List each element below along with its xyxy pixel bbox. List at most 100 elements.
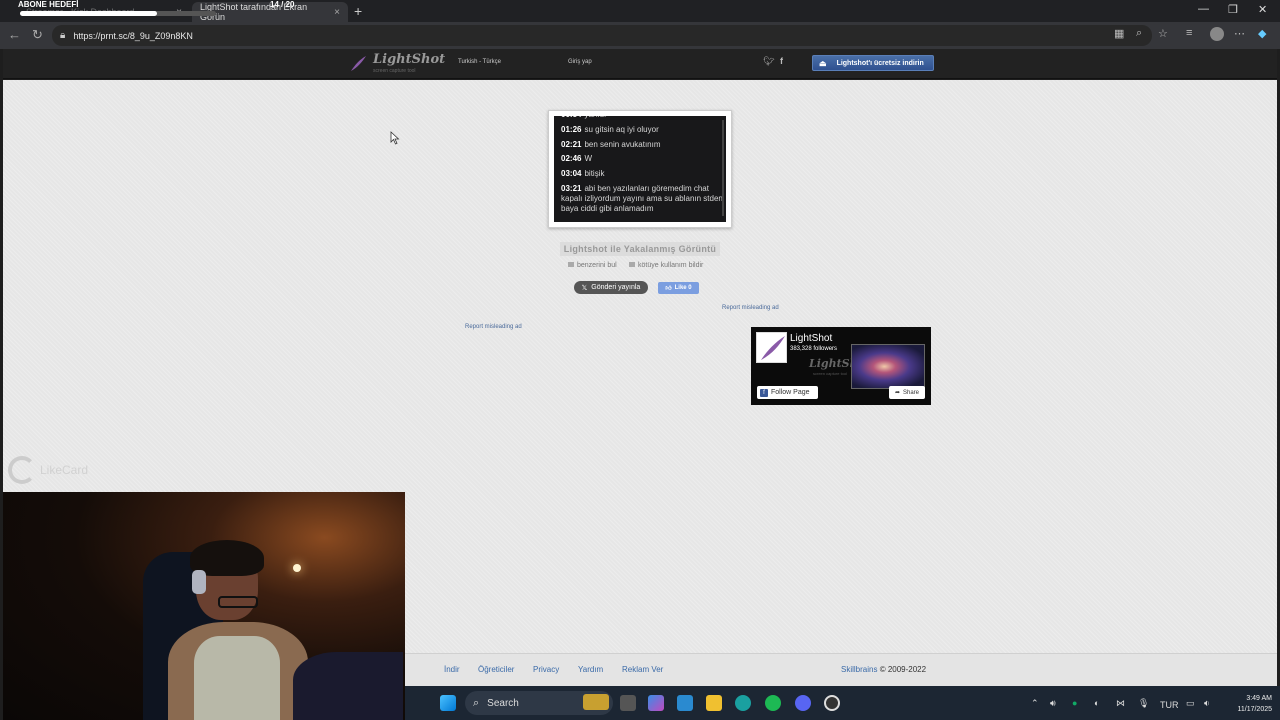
chat-message: 00:54yarıldı bbox=[561, 116, 723, 120]
fb-page-title[interactable]: LightShot bbox=[790, 333, 832, 344]
tab-label: LightShot tarafından Ekran Görün bbox=[200, 2, 308, 22]
lamp bbox=[293, 564, 301, 572]
chat-timestamp: 03:21 bbox=[561, 183, 582, 193]
more-menu-icon[interactable]: ⋯ bbox=[1234, 27, 1245, 40]
clock-date: 11/17/2025 bbox=[1237, 706, 1272, 713]
fb-like-button[interactable]: 👍︎ Like 0 bbox=[658, 282, 699, 294]
footer-link-advertise[interactable]: Reklam Ver bbox=[622, 665, 663, 674]
new-tab-button[interactable]: + bbox=[354, 3, 362, 19]
login-link[interactable]: Giriş yap bbox=[568, 59, 592, 65]
language-indicator[interactable]: TUR bbox=[1160, 700, 1179, 710]
display-icon[interactable]: ▭ bbox=[1186, 698, 1195, 709]
footer-link-help[interactable]: Yardım bbox=[578, 665, 603, 674]
report-abuse-link[interactable]: kötüye kullanım bildir bbox=[629, 262, 703, 269]
chat-text: abi ben yazılanları göremedim chat kapal… bbox=[561, 183, 723, 213]
edge-icon[interactable] bbox=[735, 695, 751, 711]
address-bar-row: ← ↻ 🔒︎ https://prnt.sc/8_9u_Z09n8KN ▦ ⌕ … bbox=[0, 22, 1280, 49]
tweet-label: Gönderi yayınla bbox=[591, 284, 641, 291]
back-icon[interactable]: ← bbox=[8, 27, 21, 42]
scrollbar bbox=[722, 120, 724, 216]
facebook-icon[interactable]: f bbox=[780, 56, 783, 66]
chat-message: 03:21 abi ben yazılanları göremedim chat … bbox=[561, 184, 723, 214]
sub-goal-count: 14 / 20 bbox=[270, 0, 295, 9]
share-icon: ➦ bbox=[894, 390, 900, 396]
facebook-page-widget[interactable]: LightShot 383,328 followers LightShot sc… bbox=[751, 327, 931, 405]
feather-icon bbox=[761, 336, 785, 360]
profile-avatar[interactable] bbox=[1210, 27, 1224, 41]
chevron-up-icon[interactable]: ⌃ bbox=[1031, 698, 1039, 709]
screenshot-frame[interactable]: 00:54yarıldı 01:26su gitsin aq iyi oluyor… bbox=[548, 110, 732, 228]
fb-like-label: Like 0 bbox=[674, 285, 692, 291]
find-similar-link[interactable]: benzerini bul bbox=[568, 262, 617, 269]
chat-text: yarıldı bbox=[584, 116, 606, 119]
file-explorer-icon[interactable] bbox=[706, 695, 722, 711]
chat-message: 01:26 su gitsin aq iyi oluyor bbox=[561, 125, 723, 135]
blanket bbox=[293, 652, 403, 720]
logo-name: LightShot bbox=[373, 52, 446, 67]
chat-timestamp: 00:54 bbox=[561, 116, 581, 119]
reload-icon[interactable]: ↻ bbox=[32, 27, 43, 43]
windows-start-icon[interactable] bbox=[440, 695, 456, 711]
footer-link-privacy[interactable]: Privacy bbox=[533, 665, 559, 674]
glasses bbox=[218, 596, 258, 608]
copilot-icon[interactable]: ◆ bbox=[1258, 27, 1266, 40]
logo-tagline: screen capture tool bbox=[373, 68, 416, 74]
chat-timestamp: 02:46 bbox=[561, 154, 582, 164]
tray-app-icon[interactable]: ● bbox=[1072, 698, 1077, 708]
minimize-icon[interactable]: — bbox=[1198, 3, 1209, 15]
microphone-icon[interactable]: 🎙︎ bbox=[1138, 698, 1149, 709]
search-label: Search bbox=[487, 697, 519, 709]
apps-icon[interactable]: ▦ bbox=[1114, 27, 1124, 40]
search-highlight-icon bbox=[583, 694, 609, 710]
chat-text: ben senin avukatınım bbox=[584, 139, 661, 149]
network-icon[interactable]: ⋈ bbox=[1116, 698, 1125, 709]
follow-page-button[interactable]: f Follow Page bbox=[757, 386, 818, 399]
thumbs-up-icon: 👍︎ bbox=[665, 286, 672, 292]
favorite-star-icon[interactable]: ☆ bbox=[1158, 27, 1168, 40]
close-icon[interactable]: × bbox=[334, 7, 340, 18]
volume-icon[interactable]: 🔊︎ bbox=[1050, 698, 1056, 709]
lock-icon: 🔒︎ bbox=[60, 30, 66, 41]
footer-link-download[interactable]: İndir bbox=[444, 665, 460, 674]
speaker-icon[interactable]: 🔉︎ bbox=[1204, 698, 1210, 709]
download-button[interactable]: ⏏ Lightshot'ı ücretsiz indirin bbox=[812, 55, 934, 71]
chat-timestamp: 01:26 bbox=[561, 124, 582, 134]
twitter-icon[interactable]: 🐦︎ bbox=[763, 56, 774, 67]
share-button[interactable]: ➦ Share bbox=[889, 386, 925, 399]
screenshot-image: 00:54yarıldı 01:26su gitsin aq iyi oluyor… bbox=[554, 116, 726, 222]
obs-icon[interactable] bbox=[824, 695, 840, 711]
webcam-feed bbox=[3, 492, 405, 720]
report-ad-link-left[interactable]: Report misleading ad bbox=[465, 324, 522, 330]
tab-bar: Streamer - Kick Dashboard × LightShot ta… bbox=[0, 0, 1280, 22]
likecard-icon bbox=[8, 456, 36, 484]
fb-cover-tagline: screen capture tool bbox=[813, 371, 848, 376]
system-clock[interactable]: 3:49 AM 11/17/2025 bbox=[1224, 693, 1272, 715]
copyright: Skillbrains © 2009-2022 bbox=[841, 665, 926, 674]
spotify-icon[interactable] bbox=[765, 695, 781, 711]
task-view-icon[interactable] bbox=[620, 695, 636, 711]
discord-icon[interactable] bbox=[795, 695, 811, 711]
url-field[interactable]: 🔒︎ https://prnt.sc/8_9u_Z09n8KN bbox=[52, 25, 1152, 46]
restore-icon[interactable]: ❐ bbox=[1228, 3, 1238, 16]
language-select[interactable]: Turkish - Türkçe bbox=[458, 59, 501, 65]
chat-text: bitişik bbox=[584, 169, 605, 179]
steam-icon[interactable]: ◐ bbox=[1094, 698, 1099, 708]
search-icon: ⌕ bbox=[473, 696, 480, 709]
image-icon bbox=[568, 262, 574, 267]
zoom-icon[interactable]: ⌕ bbox=[1136, 27, 1142, 40]
x-icon: 𝕏 bbox=[581, 284, 588, 292]
tweet-button[interactable]: 𝕏 Gönderi yayınla bbox=[574, 281, 648, 294]
footer-link-tutorials[interactable]: Öğreticiler bbox=[478, 665, 514, 674]
store-icon[interactable] bbox=[677, 695, 693, 711]
clock-time: 3:49 AM bbox=[1246, 695, 1272, 702]
likecard-label: LikeCard bbox=[40, 463, 89, 477]
close-window-icon[interactable]: ✕ bbox=[1258, 3, 1267, 16]
copilot-taskbar-icon[interactable] bbox=[648, 695, 664, 711]
collections-icon[interactable]: ≡ bbox=[1186, 27, 1192, 39]
share-label: Share bbox=[903, 389, 920, 396]
skillbrains-link[interactable]: Skillbrains bbox=[841, 665, 877, 674]
chat-log: 00:54yarıldı 01:26su gitsin aq iyi oluyor… bbox=[561, 116, 723, 219]
report-ad-link-right[interactable]: Report misleading ad bbox=[722, 305, 779, 311]
page-avatar bbox=[756, 332, 787, 363]
chat-timestamp: 03:04 bbox=[561, 169, 582, 179]
